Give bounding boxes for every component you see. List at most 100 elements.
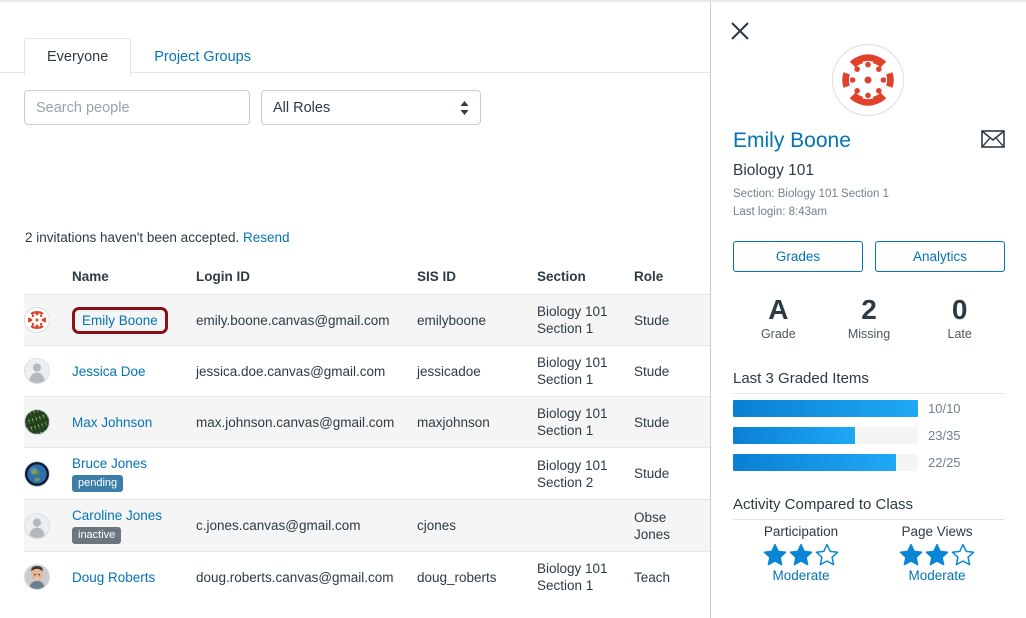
column-header-role: Role bbox=[634, 269, 664, 284]
star-icon bbox=[763, 543, 787, 566]
context-card-course: Biology 101 bbox=[733, 162, 815, 179]
envelope-icon[interactable] bbox=[981, 130, 1005, 154]
context-card-section: Section: Biology 101 Section 1 bbox=[733, 188, 889, 200]
cell-sis-id: jessicadoe bbox=[417, 363, 481, 379]
graded-item-row: 10/10 bbox=[733, 398, 1005, 419]
person-name-cell: Caroline Jones inactive bbox=[72, 507, 196, 544]
stat-grade-value: A bbox=[768, 294, 789, 325]
canvas-logo-avatar bbox=[24, 307, 50, 333]
stat-missing: 2 Missing bbox=[824, 294, 915, 341]
person-name-link[interactable]: Doug Roberts bbox=[72, 569, 155, 586]
cell-section: Biology 101 Section 1 bbox=[537, 561, 608, 593]
cell-sis-id: emilyboone bbox=[417, 312, 487, 328]
context-card-student-name[interactable]: Emily Boone bbox=[733, 128, 851, 154]
student-context-card: Emily Boone Biology 101 Section: Biology… bbox=[710, 2, 1026, 618]
stat-missing-value: 2 bbox=[861, 294, 877, 325]
column-header-login-id: Login ID bbox=[196, 269, 250, 284]
cell-section: Biology 101 Section 2 bbox=[537, 457, 608, 490]
grades-button[interactable]: Grades bbox=[733, 241, 863, 272]
star-icon bbox=[815, 543, 839, 566]
person-name-link[interactable]: Max Johnson bbox=[72, 414, 152, 431]
graded-item-bar-fill bbox=[733, 427, 856, 444]
filter-bar: All Roles bbox=[24, 90, 481, 125]
cell-login-id: doug.roberts.canvas@gmail.com bbox=[196, 569, 394, 585]
context-card-last-login: Last login: 8:43am bbox=[733, 206, 827, 218]
selected-person-highlight: Emily Boone bbox=[72, 306, 168, 334]
invitation-notice: 2 invitations haven't been accepted. Res… bbox=[25, 230, 290, 245]
activity-metric-title: Page Views bbox=[901, 524, 973, 539]
column-header-name: Name bbox=[72, 269, 109, 284]
context-card-actions: Grades Analytics bbox=[733, 241, 1005, 272]
person-name-link[interactable]: Caroline Jones bbox=[72, 507, 162, 524]
activity-rating-stars bbox=[733, 543, 869, 566]
person-photo-avatar bbox=[24, 564, 50, 590]
role-filter-value: All Roles bbox=[273, 99, 331, 116]
star-icon bbox=[951, 543, 975, 566]
tab-project-groups[interactable]: Project Groups bbox=[131, 38, 274, 75]
graded-item-bar-track bbox=[733, 400, 918, 417]
canvas-people-page: Everyone Project Groups All Roles 2 invi… bbox=[0, 0, 1026, 618]
earth-photo-avatar bbox=[24, 460, 50, 487]
person-name-cell: Doug Roberts bbox=[72, 569, 196, 586]
default-user-avatar bbox=[24, 512, 50, 539]
column-header-section: Section bbox=[537, 269, 586, 284]
canvas-logo-avatar bbox=[832, 44, 904, 116]
last-graded-items-list: 10/10 23/35 22/25 bbox=[733, 398, 1005, 479]
chevron-updown-icon bbox=[460, 100, 469, 115]
activity-metric: Participation Moderate bbox=[733, 524, 869, 583]
cell-login-id: emily.boone.canvas@gmail.com bbox=[196, 312, 390, 328]
activity-compared-title: Activity Compared to Class bbox=[733, 496, 1005, 520]
cell-login-id: max.johnson.canvas@gmail.com bbox=[196, 414, 395, 430]
stat-late: 0 Late bbox=[914, 294, 1005, 341]
activity-rating-stars bbox=[869, 543, 1005, 566]
resend-invitations-link[interactable]: Resend bbox=[243, 230, 290, 245]
person-name-link[interactable]: Jessica Doe bbox=[72, 363, 146, 380]
person-name-link[interactable]: Bruce Jones bbox=[72, 455, 147, 472]
graded-item-bar-fill bbox=[733, 454, 896, 471]
person-name-cell: Max Johnson bbox=[72, 414, 196, 431]
cell-login-id: c.jones.canvas@gmail.com bbox=[196, 518, 361, 533]
cell-sis-id: maxjohnson bbox=[417, 414, 490, 430]
activity-compared-list: Participation Moderate Page Views Moderate bbox=[733, 524, 1005, 583]
graded-item-score: 22/25 bbox=[928, 455, 961, 470]
stat-late-value: 0 bbox=[951, 294, 968, 325]
cell-sis-id: cjones bbox=[417, 518, 457, 533]
graded-item-score: 23/35 bbox=[928, 428, 961, 443]
close-icon[interactable] bbox=[729, 20, 751, 42]
search-input[interactable] bbox=[24, 90, 250, 125]
person-name-link[interactable]: Emily Boone bbox=[82, 313, 158, 328]
graded-item-row: 23/35 bbox=[733, 425, 1005, 446]
graded-item-score: 10/10 bbox=[928, 401, 961, 416]
person-name-cell: Jessica Doe bbox=[72, 363, 196, 380]
star-icon bbox=[899, 543, 923, 566]
stat-grade: A Grade bbox=[733, 294, 824, 341]
status-badge: pending bbox=[72, 475, 124, 492]
status-badge: inactive bbox=[72, 527, 122, 544]
activity-metric-title: Participation bbox=[763, 524, 839, 539]
activity-level-label[interactable]: Moderate bbox=[733, 568, 869, 583]
person-name-cell: Bruce Jones pending bbox=[72, 455, 196, 492]
person-name-cell: Emily Boone bbox=[72, 306, 196, 334]
activity-level-label[interactable]: Moderate bbox=[869, 568, 1005, 583]
analytics-button[interactable]: Analytics bbox=[875, 241, 1005, 272]
context-card-stats: A Grade 2 Missing 0 Late bbox=[733, 294, 1005, 341]
stat-late-label: Late bbox=[947, 327, 972, 341]
cell-section: Biology 101 Section 1 bbox=[537, 355, 608, 387]
default-user-avatar bbox=[24, 358, 50, 384]
star-icon bbox=[789, 543, 813, 566]
tab-everyone[interactable]: Everyone bbox=[24, 38, 132, 75]
last-graded-items-title: Last 3 Graded Items bbox=[733, 370, 1005, 394]
graded-item-row: 22/25 bbox=[733, 452, 1005, 473]
cell-login-id: jessica.doe.canvas@gmail.com bbox=[196, 363, 386, 379]
role-filter-select[interactable]: All Roles bbox=[261, 90, 481, 125]
star-icon bbox=[925, 543, 949, 566]
graded-item-bar-track bbox=[733, 454, 918, 471]
crowd-photo-avatar bbox=[24, 409, 50, 435]
cell-sis-id: doug_roberts bbox=[417, 569, 497, 585]
stat-grade-label: Grade bbox=[760, 327, 796, 341]
column-header-sis-id: SIS ID bbox=[417, 269, 457, 284]
cell-section: Biology 101 Section 1 bbox=[537, 406, 608, 438]
invitation-notice-text: 2 invitations haven't been accepted. bbox=[25, 230, 240, 245]
cell-section: Biology 101 Section 1 bbox=[537, 304, 608, 336]
stat-missing-label: Missing bbox=[847, 327, 891, 341]
